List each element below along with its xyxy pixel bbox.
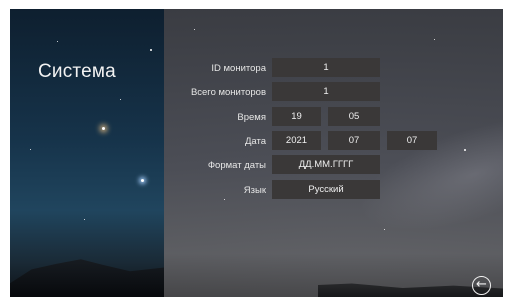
total-monitors-field[interactable]: 1 <box>272 82 380 101</box>
language-field[interactable]: Русский <box>272 180 380 199</box>
date-format-field[interactable]: ДД.ММ.ГГГГ <box>272 155 380 174</box>
date-format-label: Формат даты <box>207 160 266 171</box>
hill-silhouette <box>10 259 164 297</box>
settings-panel <box>164 9 503 297</box>
time-hours-field[interactable]: 19 <box>272 107 321 126</box>
date-month-field[interactable]: 07 <box>328 131 380 150</box>
language-label: Язык <box>243 185 266 196</box>
time-minutes-field[interactable]: 05 <box>328 107 380 126</box>
monitor-id-label: ID монитора <box>211 63 266 74</box>
total-monitors-label: Всего мониторов <box>190 87 266 98</box>
time-label: Время <box>237 112 266 123</box>
back-arrow-icon[interactable]: ← <box>472 276 491 295</box>
page-title: Система <box>38 61 116 82</box>
monitor-screen: Система ID монитора 1 Всего мониторов 1 … <box>10 9 503 297</box>
date-label: Дата <box>244 136 266 147</box>
left-sky-panel <box>10 9 164 297</box>
date-day-field[interactable]: 07 <box>387 131 437 150</box>
monitor-id-field[interactable]: 1 <box>272 58 380 77</box>
date-year-field[interactable]: 2021 <box>272 131 321 150</box>
